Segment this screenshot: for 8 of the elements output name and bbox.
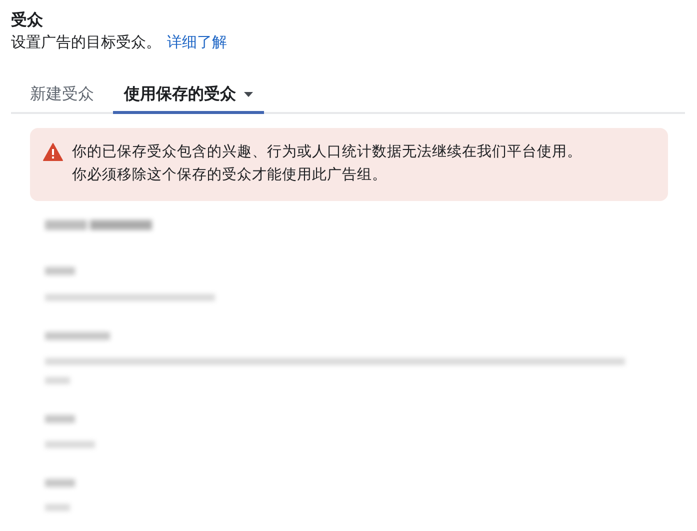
- warning-icon: [43, 143, 63, 161]
- alert-message: 你的已保存受众包含的兴趣、行为或人口统计数据无法继续在我们平台使用。: [72, 143, 582, 162]
- alert-message: 你必须移除这个保存的受众才能使用此广告组。: [72, 166, 388, 185]
- section-description: 设置广告的目标受众。: [11, 32, 161, 53]
- section-title: 受众: [11, 9, 43, 31]
- audience-tab[interactable]: 使用保存的受众: [113, 77, 264, 114]
- learn-more-link[interactable]: 详细了解: [167, 31, 227, 53]
- audience-tab[interactable]: 新建受众: [11, 77, 104, 114]
